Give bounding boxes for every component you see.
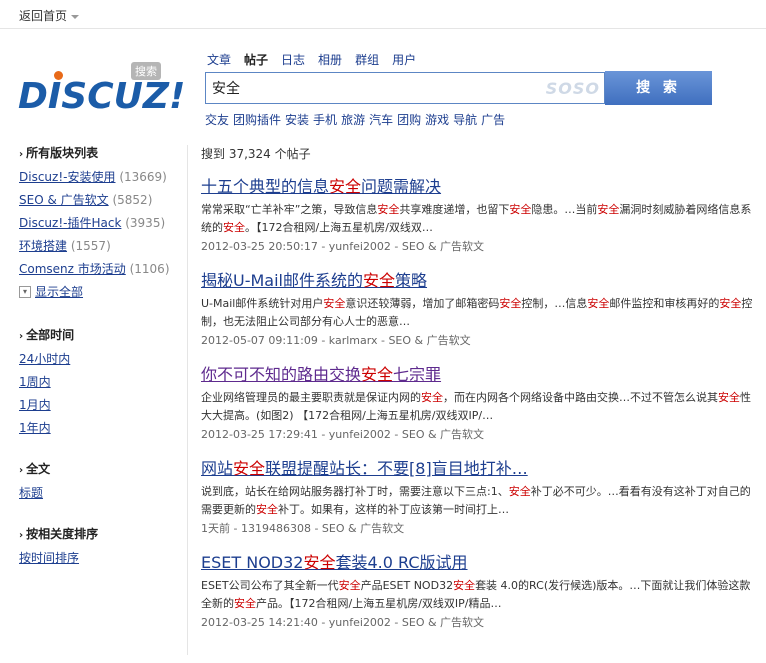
hot-keywords: 交友 团购插件 安装 手机 旅游 汽车 团购 游戏 导航 广告 — [205, 111, 509, 128]
forum-filter-title: › 所有版块列表 — [19, 146, 99, 160]
forum-post-count: (1106) — [129, 262, 170, 276]
time-filter-link[interactable]: 1周内 — [19, 375, 51, 389]
scope-filter-section: › 全文 标题 — [19, 460, 184, 501]
tab-3[interactable]: 相册 — [318, 51, 342, 68]
tab-5[interactable]: 用户 — [392, 51, 416, 68]
result-snippet: 说到底，站长在给网站服务器打补丁时，需要注意以下三点:1、安全补丁必不可少。…看… — [201, 485, 751, 516]
expand-icon: ▾ — [19, 285, 31, 298]
forum-filter-item: SEO & 广告软文 (5852) — [19, 191, 184, 208]
result-title-link[interactable]: 你不可不知的路由交换安全七宗罪 — [201, 365, 756, 385]
forum-filter-link[interactable]: Discuz!-插件Hack — [19, 216, 121, 230]
forum-post-count: (1557) — [70, 239, 111, 253]
search-result: 揭秘U-Mail邮件系统的安全策略 U-Mail邮件系统针对用户安全意识还较薄弱，… — [201, 271, 756, 350]
time-filter-item: 24小时内 — [19, 350, 184, 367]
logo-wordmark: DISCUZ! — [18, 76, 186, 117]
vertical-divider — [187, 145, 188, 655]
search-type-tabs: 文章 帖子 日志 相册 群组 用户 — [207, 51, 429, 69]
scope-filter-link[interactable]: 标题 — [19, 486, 43, 500]
hot-keyword-link[interactable]: 旅游 — [341, 113, 365, 127]
forum-filter-link[interactable]: Comsenz 市场活动 — [19, 262, 126, 276]
hot-keyword-link[interactable]: 汽车 — [369, 113, 393, 127]
hot-keyword-link[interactable]: 游戏 — [425, 113, 449, 127]
top-bar: 返回首页 — [0, 0, 766, 29]
forum-filter-item: Discuz!-插件Hack (3935) — [19, 214, 184, 231]
result-meta: 2012-03-25 20:50:17 - yunfei2002 - SEO &… — [201, 240, 485, 253]
hot-keyword-link[interactable]: 广告 — [481, 113, 505, 127]
sort-filter-link[interactable]: 按时间排序 — [19, 551, 79, 565]
search-result: 网站安全联盟提醒站长：不要[8]盲目地打补… 说到底，站长在给网站服务器打补丁时，… — [201, 459, 756, 538]
forum-post-count: (5852) — [112, 193, 153, 207]
search-box: SOSO — [205, 72, 605, 104]
arrow-right-icon: › — [19, 149, 24, 160]
sort-filter-title: › 按相关度排序 — [19, 527, 99, 541]
result-meta: 2012-03-25 14:21:40 - yunfei2002 - SEO &… — [201, 616, 485, 629]
search-result: 十五个典型的信息安全问题需解决常常采取“亡羊补牢”之策，导致信息安全共享难度递增… — [201, 177, 756, 256]
sort-filter-section: › 按相关度排序 按时间排序 — [19, 525, 184, 566]
forum-post-count: (3935) — [125, 216, 166, 230]
hot-keyword-link[interactable]: 团购插件 — [233, 113, 281, 127]
result-title-link[interactable]: 十五个典型的信息安全问题需解决 — [201, 177, 756, 197]
result-title-link[interactable]: 揭秘U-Mail邮件系统的安全策略 — [201, 271, 756, 291]
logo-dot-icon — [54, 71, 63, 80]
scope-filter-item: 标题 — [19, 484, 184, 501]
discuz-logo[interactable]: DISCUZ! 搜索 — [18, 62, 186, 118]
soso-provider-logo: SOSO — [545, 79, 600, 98]
hot-keyword-link[interactable]: 安装 — [285, 113, 309, 127]
forum-filter-link[interactable]: 环境搭建 — [19, 239, 67, 253]
tab-1[interactable]: 帖子 — [244, 51, 268, 68]
tab-4[interactable]: 群组 — [355, 51, 379, 68]
forum-filter-link[interactable]: SEO & 广告软文 — [19, 193, 109, 207]
search-result: ESET NOD32安全套装4.0 RC版试用 ESET公司公布了其全新一代安全产… — [201, 553, 756, 632]
arrow-right-icon: › — [19, 465, 24, 476]
result-snippet: 企业网络管理员的最主要职责就是保证内网的安全，而在内网各个网络设备中路由交换…不… — [201, 391, 751, 422]
tab-2[interactable]: 日志 — [281, 51, 305, 68]
logo-search-badge: 搜索 — [131, 62, 161, 80]
back-home-label: 返回首页 — [19, 9, 68, 23]
time-filter-section: › 全部时间 24小时内 1周内 1月内 1年内 — [19, 326, 184, 436]
forum-filter-item: 环境搭建 (1557) — [19, 237, 184, 254]
result-count: 搜到 37,324 个帖子 — [201, 147, 311, 161]
result-snippet: 常常采取“亡羊补牢”之策，导致信息安全共享难度递增，也留下安全隐患。…当前安全漏… — [201, 203, 752, 234]
time-filter-link[interactable]: 24小时内 — [19, 352, 70, 366]
time-filter-link[interactable]: 1年内 — [19, 421, 51, 435]
time-filter-item: 1周内 — [19, 373, 184, 390]
arrow-right-icon: › — [19, 530, 24, 541]
chevron-down-icon[interactable] — [71, 14, 80, 19]
result-meta: 2012-05-07 09:11:09 - karlmarx - SEO & 广… — [201, 334, 471, 347]
search-results: 搜到 37,324 个帖子 十五个典型的信息安全问题需解决常常采取“亡羊补牢”之… — [201, 145, 756, 647]
result-snippet: U-Mail邮件系统针对用户安全意识还较薄弱，增加了邮箱密码安全控制，…信息安全… — [201, 297, 753, 328]
show-all-forums-button[interactable]: ▾ 显示全部 — [19, 283, 184, 300]
time-filter-item: 1年内 — [19, 419, 184, 436]
hot-keyword-link[interactable]: 团购 — [397, 113, 421, 127]
time-filter-item: 1月内 — [19, 396, 184, 413]
hot-keyword-link[interactable]: 导航 — [453, 113, 477, 127]
search-button[interactable]: 搜 索 — [605, 71, 712, 105]
result-meta: 1天前 - 1319486308 - SEO & 广告软文 — [201, 522, 405, 535]
back-home-link[interactable]: 返回首页 — [19, 7, 80, 24]
result-snippet: ESET公司公布了其全新一代安全产品ESET NOD32安全套装 4.0的RC(… — [201, 579, 751, 610]
arrow-right-icon: › — [19, 331, 24, 342]
sort-filter-item: 按时间排序 — [19, 549, 184, 566]
forum-filter-link[interactable]: Discuz!-安装使用 — [19, 170, 115, 184]
result-title-link[interactable]: 网站安全联盟提醒站长：不要[8]盲目地打补… — [201, 459, 756, 479]
forum-post-count: (13669) — [119, 170, 167, 184]
search-result: 你不可不知的路由交换安全七宗罪企业网络管理员的最主要职责就是保证内网的安全，而在… — [201, 365, 756, 444]
forum-filter-item: Discuz!-安装使用 (13669) — [19, 168, 184, 185]
forum-filter-item: Comsenz 市场活动 (1106) — [19, 260, 184, 277]
scope-filter-title: › 全文 — [19, 462, 51, 476]
filter-sidebar: › 所有版块列表 Discuz!-安装使用 (13669) SEO & 广告软文 (… — [19, 144, 184, 590]
time-filter-title: › 全部时间 — [19, 328, 75, 342]
result-title-link[interactable]: ESET NOD32安全套装4.0 RC版试用 — [201, 553, 756, 573]
time-filter-link[interactable]: 1月内 — [19, 398, 51, 412]
forum-filter-section: › 所有版块列表 Discuz!-安装使用 (13669) SEO & 广告软文 (… — [19, 144, 184, 300]
hot-keyword-link[interactable]: 交友 — [205, 113, 229, 127]
result-meta: 2012-03-25 17:29:41 - yunfei2002 - SEO &… — [201, 428, 485, 441]
tab-0[interactable]: 文章 — [207, 51, 231, 68]
search-input[interactable] — [212, 78, 542, 98]
hot-keyword-link[interactable]: 手机 — [313, 113, 337, 127]
